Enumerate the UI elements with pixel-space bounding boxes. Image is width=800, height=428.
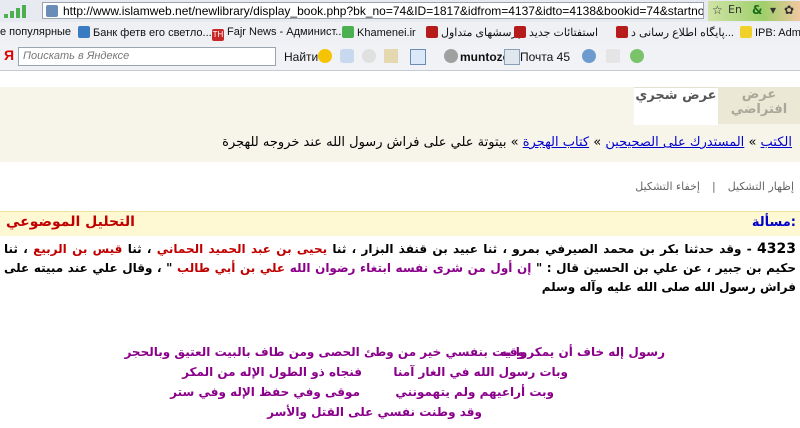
fajr-icon: TH	[212, 29, 224, 41]
hadith-text: 4323 - وقد حدثنا بكر بن محمد الصيرفي بمر…	[4, 241, 797, 294]
bookmark-item[interactable]: پایگاه اطلاع رسانی د...	[616, 26, 734, 39]
globe-icon	[78, 26, 90, 38]
star-icon[interactable]: ☆	[712, 3, 723, 17]
ipb-icon	[740, 26, 752, 38]
settings-icon[interactable]: ▾	[770, 3, 776, 17]
find-button[interactable]: Найти	[284, 50, 318, 64]
yandex-search-input[interactable]: Поискать в Яндексе	[18, 47, 276, 66]
favicon-icon	[46, 5, 58, 17]
tashkeel-controls: إظهار التشكيل|إخفاء التشكيل	[635, 180, 794, 193]
narrator-link[interactable]: قيس بن الربيع	[33, 242, 122, 256]
poem-verse: وقد وطنت نفسي على القتل والأسر	[267, 405, 482, 419]
status-icon[interactable]	[630, 49, 644, 63]
poem-verse: رسول إله خاف أن يمكروا به	[499, 345, 665, 359]
view-panel: عرض افتراضي عرض شجري الكتب » المستدرك عل…	[0, 87, 800, 162]
tab-default-view[interactable]: عرض افتراضي	[718, 87, 800, 124]
addon-area: ☆ En & ▾ ✿	[708, 1, 800, 21]
gear-icon[interactable]: ✿	[784, 3, 794, 17]
narrator-link[interactable]: يحيى بن عبد الحميد الحماني	[157, 242, 327, 256]
bookmark-item[interactable]: پرسشهای متداول	[426, 26, 521, 39]
signal-icon	[4, 4, 32, 18]
section-header: التحليل الموضوعي مسألة:	[0, 211, 800, 236]
bookmark-item[interactable]: استفتائات جديد	[514, 26, 598, 39]
emblem-icon	[514, 26, 526, 38]
emblem-icon	[426, 26, 438, 38]
url-text: http://www.islamweb.net/newlibrary/displ…	[63, 4, 704, 18]
poem-verse: فنجاه ذو الطول الإله من المكر	[182, 365, 362, 379]
bookmark-item[interactable]: Банк фетв его светло...	[78, 26, 212, 39]
globe-icon	[342, 26, 354, 38]
view-tabs: عرض افتراضي عرض شجري	[564, 87, 800, 125]
mail-icon	[504, 49, 520, 65]
poem-verse: وقيت بنفسي خير من وطئ الحصى ومن طاف بالب…	[124, 345, 525, 359]
show-tashkeel-link[interactable]: إظهار التشكيل	[728, 180, 794, 193]
breadcrumb: الكتب » المستدرك على الصحيحين » كتاب اله…	[222, 135, 792, 150]
masala-label: مسألة:	[751, 215, 796, 230]
weather-icon[interactable]	[606, 49, 620, 63]
url-field[interactable]: http://www.islamweb.net/newlibrary/displ…	[42, 2, 704, 19]
address-bar-row: http://www.islamweb.net/newlibrary/displ…	[0, 0, 800, 23]
addon-icon[interactable]: &	[752, 3, 762, 17]
bookmark-item[interactable]: TH Fajr News - Админист...	[212, 26, 344, 41]
breadcrumb-current: بيتوتة علي على فراش رسول الله عند خروجه …	[222, 135, 507, 150]
tab-tree-view[interactable]: عرض شجري	[634, 87, 718, 125]
lang-indicator[interactable]: En	[728, 3, 742, 16]
pencil-icon[interactable]	[340, 49, 354, 63]
poem-verse: وبت أراعيهم ولم يتهمونني	[395, 385, 554, 399]
bookmark-item[interactable]: IPB: Admi	[740, 26, 800, 39]
chat-icon[interactable]	[362, 49, 376, 63]
narrator-link[interactable]: علي بن أبي طالب	[177, 261, 285, 275]
quote-text: إن أول من شرى نفسه ابتغاء رضوان الله	[289, 261, 532, 275]
hadith-number: 4323	[757, 241, 796, 257]
page-content: عرض افتراضي عرض شجري الكتب » المستدرك عل…	[0, 71, 800, 428]
globe-icon[interactable]	[582, 49, 596, 63]
poem-verse: وبات رسول الله في الغار آمنا	[393, 365, 568, 379]
breadcrumb-book-link[interactable]: المستدرك على الصحيحين	[605, 135, 744, 150]
yandex-toolbar: Я Поискать в Яндексе Найти muntozor Почт…	[0, 44, 800, 71]
topical-analysis-link[interactable]: التحليل الموضوعي	[6, 214, 135, 230]
user-icon	[444, 49, 458, 63]
breadcrumb-books-link[interactable]: الكتب	[761, 135, 792, 150]
hide-tashkeel-link[interactable]: إخفاء التشكيل	[635, 180, 700, 193]
emblem-icon	[616, 26, 628, 38]
bookmark-item[interactable]: е популярные	[0, 26, 71, 38]
mail-button[interactable]: Почта 45	[520, 50, 570, 64]
poem-verse: موقى وفي حفظ الإله وفي ستر	[170, 385, 360, 399]
bookmarks-bar: е популярные Банк фетв его светло... TH F…	[0, 22, 800, 45]
lock-icon[interactable]	[384, 49, 398, 63]
font-icon[interactable]	[410, 49, 426, 65]
yandex-icon[interactable]	[318, 49, 332, 63]
breadcrumb-chapter-link[interactable]: كتاب الهجرة	[523, 135, 589, 150]
bookmark-item[interactable]: Khamenei.ir	[342, 26, 416, 39]
yandex-logo: Я	[4, 47, 15, 63]
